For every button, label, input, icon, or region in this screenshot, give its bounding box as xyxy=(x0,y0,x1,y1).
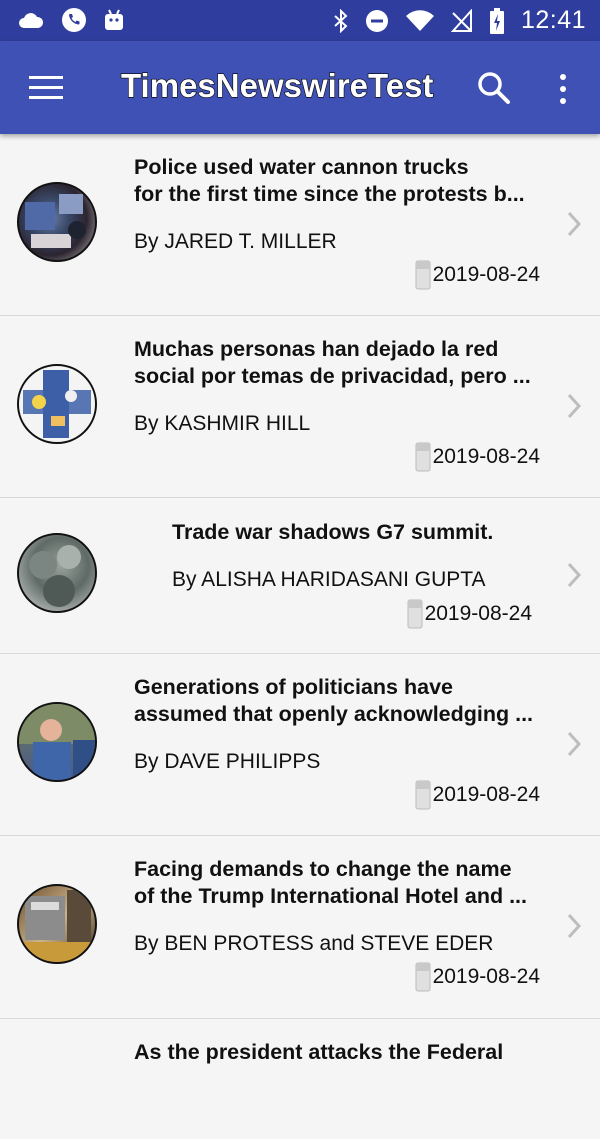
status-bar: 12:41 xyxy=(0,0,600,41)
article-headline: Muchas personas han dejado la red social… xyxy=(134,337,531,388)
article-thumbnail xyxy=(17,182,97,262)
bluetooth-icon xyxy=(334,8,348,33)
article-headline: Trade war shadows G7 summit. xyxy=(172,520,494,544)
article-headline: Generations of politicians have assumed … xyxy=(134,675,534,726)
article-date: 2019-08-24 xyxy=(407,598,532,630)
article-row[interactable]: Facing demands to change the name of the… xyxy=(0,836,600,1019)
status-time: 12:41 xyxy=(520,6,586,34)
article-list: Police used water cannon trucks for the … xyxy=(0,134,600,1139)
article-thumbnail xyxy=(17,533,97,613)
article-date: 2019-08-24 xyxy=(415,779,540,811)
wifi-icon xyxy=(405,9,434,31)
article-byline: By DAVE PHILIPPS xyxy=(134,750,321,773)
android-icon xyxy=(105,9,123,30)
article-date: 2019-08-24 xyxy=(415,441,540,473)
app-title: TimesNewswireTest xyxy=(120,66,434,104)
app-bar: TimesNewswireTest xyxy=(0,41,600,134)
article-thumbnail xyxy=(17,884,97,964)
chevron-right-icon xyxy=(567,731,582,757)
article-byline: By ALISHA HARIDASANI GUPTA xyxy=(172,568,486,591)
article-byline: By BEN PROTESS and STEVE EDER xyxy=(134,932,494,955)
hamburger-menu-icon[interactable] xyxy=(29,76,63,100)
article-headline: Police used water cannon trucks for the … xyxy=(134,155,525,206)
article-date: 2019-08-24 xyxy=(415,259,540,291)
article-date: 2019-08-24 xyxy=(415,961,540,993)
no-signal-icon xyxy=(450,8,472,32)
article-byline: By KASHMIR HILL xyxy=(134,412,311,435)
chevron-right-icon xyxy=(567,913,582,939)
article-thumbnail xyxy=(17,702,97,782)
calendar-icon xyxy=(407,599,423,629)
battery-charging-icon xyxy=(489,7,504,34)
article-row[interactable]: Police used water cannon trucks for the … xyxy=(0,134,600,316)
calendar-icon xyxy=(415,780,431,810)
calendar-icon xyxy=(415,442,431,472)
chevron-right-icon xyxy=(567,211,582,237)
article-thumbnail xyxy=(17,364,97,444)
article-headline: Facing demands to change the name of the… xyxy=(134,857,527,908)
chevron-right-icon xyxy=(567,562,582,588)
more-vert-icon[interactable] xyxy=(551,71,575,107)
calendar-icon xyxy=(415,260,431,290)
article-row[interactable]: Trade war shadows G7 summit. By ALISHA H… xyxy=(0,498,600,654)
do-not-disturb-icon xyxy=(365,9,388,32)
calendar-icon xyxy=(415,962,431,992)
chevron-right-icon xyxy=(567,393,582,419)
search-icon[interactable] xyxy=(476,70,512,106)
article-row[interactable]: Generations of politicians have assumed … xyxy=(0,654,600,836)
cloud-icon xyxy=(19,13,44,28)
phone-call-icon xyxy=(62,8,86,32)
article-row[interactable]: Muchas personas han dejado la red social… xyxy=(0,316,600,498)
article-headline: As the president attacks the Federal xyxy=(134,1040,504,1064)
article-byline: By JARED T. MILLER xyxy=(134,230,337,253)
article-row[interactable]: As the president attacks the Federal xyxy=(0,1019,600,1139)
